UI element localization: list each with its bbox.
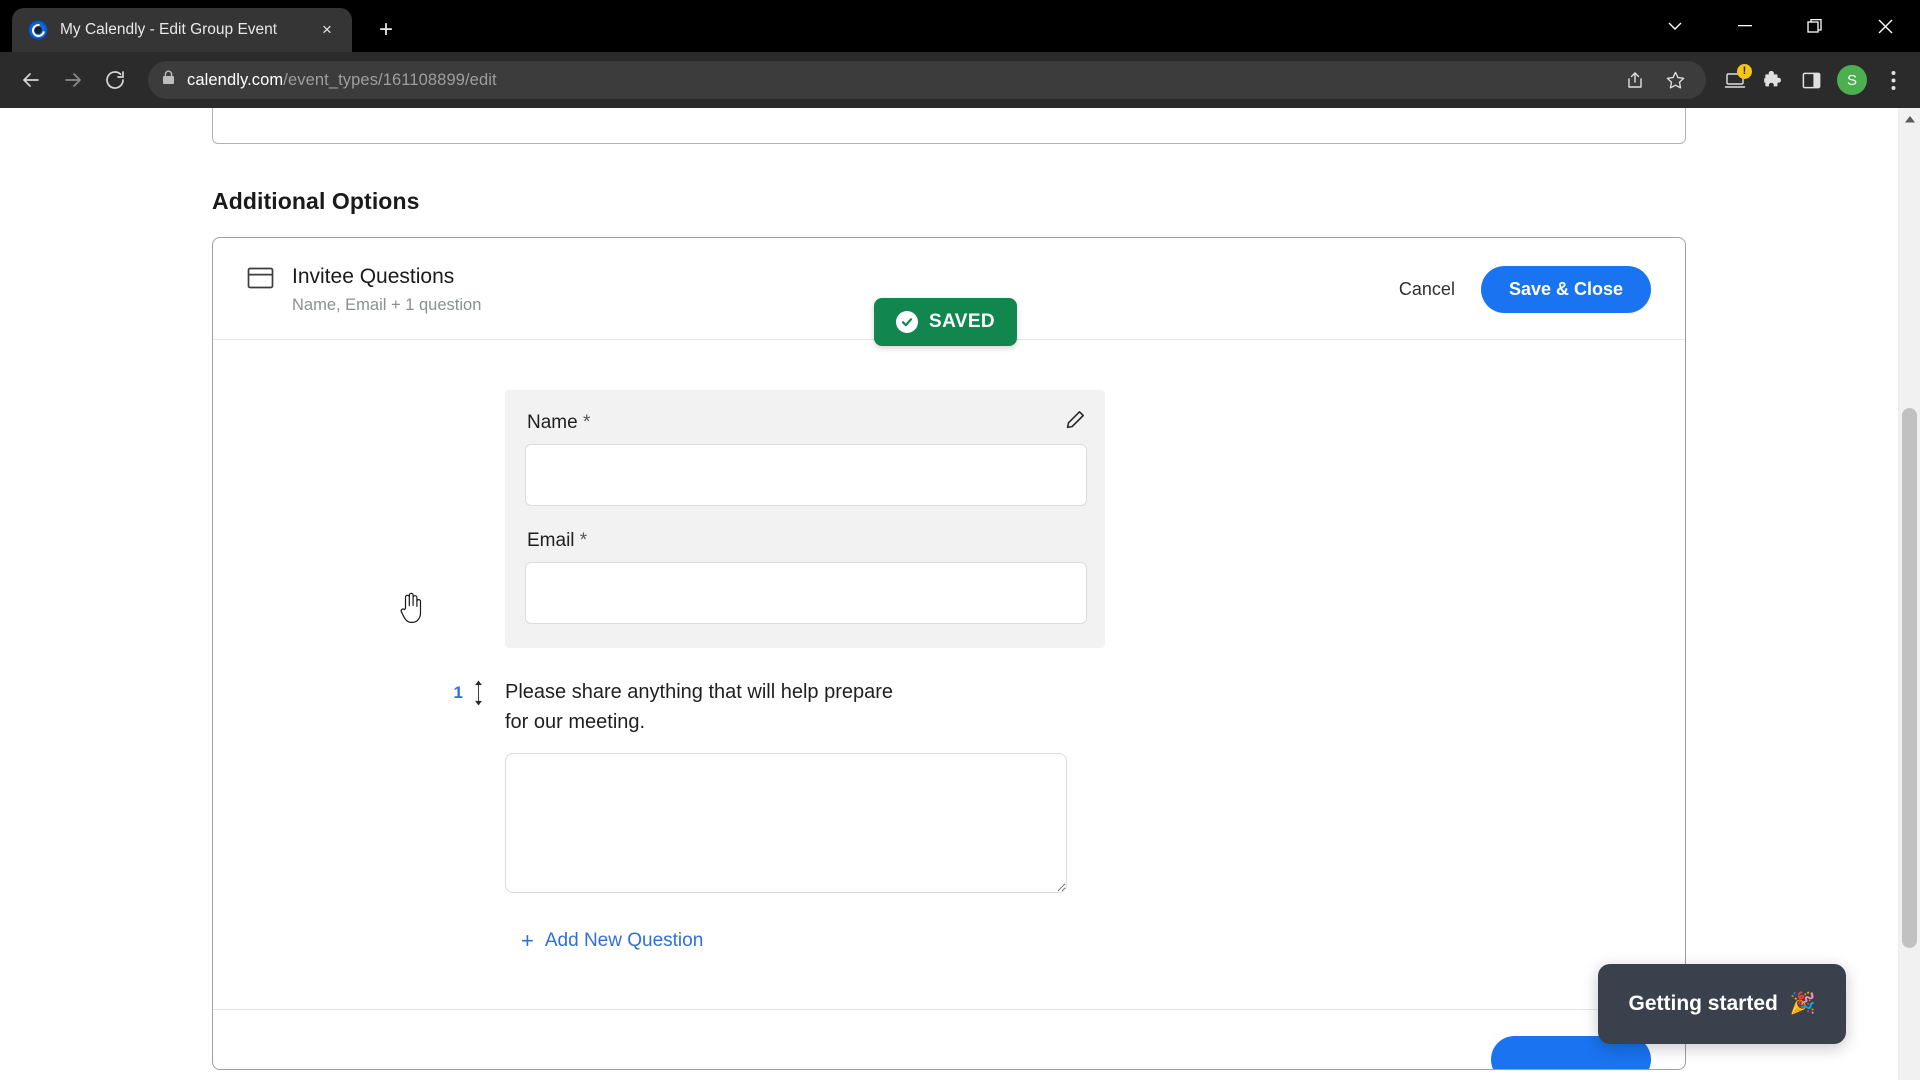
getting-started-widget[interactable]: Getting started 🎉 xyxy=(1598,964,1846,1044)
question-number: 1 xyxy=(453,683,463,703)
puzzle-piece-icon[interactable] xyxy=(1756,63,1790,97)
question-form: Name * Email * 1 Please share anything t… xyxy=(213,390,1685,953)
window-controls xyxy=(1640,0,1920,52)
star-icon[interactable] xyxy=(1658,63,1692,97)
page-scrollbar[interactable] xyxy=(1898,108,1920,1080)
calendly-logo-icon xyxy=(28,20,48,40)
plus-icon: + xyxy=(521,928,534,954)
save-and-close-button[interactable]: Save & Close xyxy=(1480,266,1651,313)
browser-toolbar: calendly.com/event_types/161108899/edit … xyxy=(0,52,1920,108)
update-badge: ! xyxy=(1737,64,1752,79)
side-panel-icon[interactable] xyxy=(1794,63,1828,97)
email-field-label: Email * xyxy=(527,530,1085,552)
address-bar[interactable]: calendly.com/event_types/161108899/edit xyxy=(148,61,1706,99)
form-window-icon xyxy=(247,266,274,295)
check-icon xyxy=(896,311,918,333)
panel-title: Invitee Questions xyxy=(292,265,455,288)
url-domain: calendly.com xyxy=(187,70,284,89)
three-dot-menu-icon[interactable] xyxy=(1876,63,1910,97)
pencil-icon[interactable] xyxy=(1063,408,1087,437)
status-badge: SAVED xyxy=(874,298,1018,346)
new-tab-button[interactable]: + xyxy=(366,10,406,50)
panel-footer xyxy=(213,1009,1685,1070)
page-viewport: Additional Options SAVED Invitee Questio… xyxy=(0,108,1920,1080)
url-text: calendly.com/event_types/161108899/edit xyxy=(187,71,497,90)
panel-body: Name * Email * 1 Please share anything t… xyxy=(213,340,1685,953)
reload-icon[interactable] xyxy=(96,61,134,99)
page-title: Additional Options xyxy=(212,188,420,214)
scrollbar-thumb[interactable] xyxy=(1902,408,1917,948)
cancel-button[interactable]: Cancel xyxy=(1399,279,1455,300)
name-field-label: Name * xyxy=(527,412,1085,434)
avatar[interactable]: S xyxy=(1837,65,1867,95)
url-path: /event_types/161108899/edit xyxy=(283,70,497,89)
question-item: 1 Please share anything that will help p… xyxy=(454,678,1685,898)
email-label-text: Email xyxy=(527,530,575,552)
forward-arrow-icon[interactable] xyxy=(54,61,92,99)
name-label-text: Name xyxy=(527,412,578,434)
chevron-down-icon[interactable] xyxy=(1640,0,1710,52)
close-icon[interactable] xyxy=(1850,0,1920,52)
getting-started-label: Getting started xyxy=(1628,992,1778,1015)
sort-updown-icon[interactable] xyxy=(467,680,489,706)
fixed-fields-group: Name * Email * xyxy=(505,390,1105,649)
maximize-icon[interactable] xyxy=(1780,0,1850,52)
email-input[interactable] xyxy=(525,562,1087,625)
lock-icon xyxy=(162,70,175,90)
share-icon[interactable] xyxy=(1618,63,1652,97)
add-new-question-label: Add New Question xyxy=(544,930,704,952)
tab-strip: My Calendly - Edit Group Event × + xyxy=(0,0,1920,52)
required-marker: * xyxy=(582,412,591,434)
panel-subtitle: Name, Email + 1 question xyxy=(292,296,482,315)
browser-tab[interactable]: My Calendly - Edit Group Event × xyxy=(12,8,352,52)
laptop-update-icon[interactable]: ! xyxy=(1718,63,1752,97)
scroll-up-arrow-icon[interactable] xyxy=(1899,108,1920,130)
close-icon[interactable]: × xyxy=(314,17,340,43)
tab-title: My Calendly - Edit Group Event xyxy=(60,21,278,38)
previous-section-card xyxy=(212,108,1686,144)
question-text: Please share anything that will help pre… xyxy=(505,681,894,733)
browser-window: My Calendly - Edit Group Event × + calen… xyxy=(0,0,1920,1080)
back-arrow-icon[interactable] xyxy=(12,61,50,99)
omnibox-actions xyxy=(1618,63,1692,97)
question-answer-textarea[interactable] xyxy=(505,753,1067,894)
invitee-questions-panel: Invitee Questions Name, Email + 1 questi… xyxy=(212,237,1686,1071)
panel-actions: Cancel Save & Close xyxy=(1399,266,1651,313)
calendly-page: Additional Options SAVED Invitee Questio… xyxy=(0,108,1898,1080)
minimize-icon[interactable] xyxy=(1710,0,1780,52)
required-marker: * xyxy=(579,530,588,552)
party-popper-icon: 🎉 xyxy=(1789,992,1816,1015)
name-input[interactable] xyxy=(525,444,1087,507)
add-new-question-button[interactable]: + Add New Question xyxy=(521,930,703,952)
status-badge-label: SAVED xyxy=(929,311,996,332)
